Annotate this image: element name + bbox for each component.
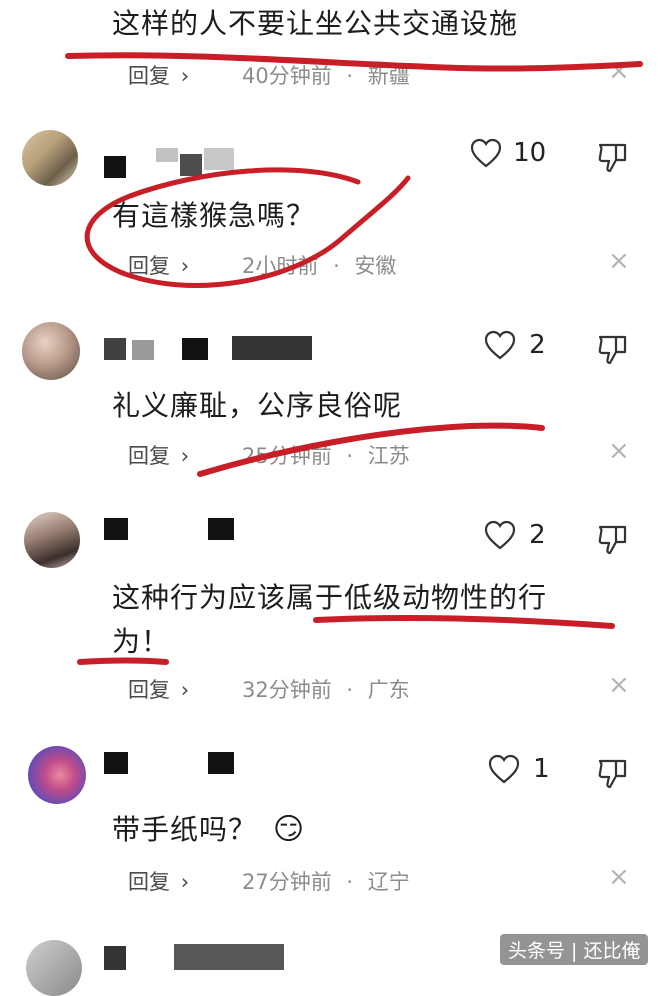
like-count: 1 [533, 754, 550, 784]
timestamp: 27分钟前 [242, 870, 332, 894]
thumbs-down-icon[interactable] [596, 140, 630, 174]
chevron-right-icon: › [180, 678, 190, 702]
close-icon[interactable]: × [608, 436, 630, 466]
heart-outline-icon [484, 330, 516, 360]
reply-button[interactable]: 回复 › [128, 440, 189, 470]
like-button[interactable]: 2 [484, 330, 546, 364]
location: 安徽 [354, 254, 397, 278]
heart-outline-icon [488, 754, 520, 784]
chevron-right-icon: › [180, 870, 190, 894]
separator: · [346, 678, 354, 702]
like-count: 2 [529, 520, 546, 550]
avatar[interactable] [22, 130, 78, 186]
timestamp: 2小时前 [242, 254, 319, 278]
location: 新疆 [367, 64, 410, 88]
reply-label: 回复 [128, 444, 170, 468]
like-button[interactable]: 2 [484, 520, 546, 554]
like-count: 2 [529, 330, 546, 360]
username-redacted[interactable] [104, 516, 244, 546]
avatar[interactable] [28, 746, 86, 804]
annotation-underline-3 [77, 657, 169, 665]
thumbs-down-icon[interactable] [596, 522, 630, 556]
watermark: 头条号 | 还比俺 [500, 934, 649, 965]
comment-text: 带手纸吗？ 😏 [112, 808, 305, 848]
comment-meta: 2小时前 · 安徽 [242, 250, 396, 280]
location: 辽宁 [367, 870, 410, 894]
comment-meta: 25分钟前 · 江苏 [242, 440, 410, 470]
comment-meta: 40分钟前 · 新疆 [242, 60, 410, 90]
chevron-right-icon: › [180, 254, 190, 278]
close-icon[interactable]: × [608, 246, 630, 276]
close-icon[interactable]: × [608, 670, 630, 700]
thumbs-down-icon[interactable] [596, 756, 630, 790]
chevron-right-icon: › [180, 444, 190, 468]
timestamp: 25分钟前 [242, 444, 332, 468]
comment-meta: 32分钟前 · 广东 [242, 674, 410, 704]
separator: · [333, 254, 340, 278]
smirk-emoji-icon: 😏 [272, 812, 306, 847]
close-icon[interactable]: × [608, 56, 630, 86]
username-redacted[interactable] [104, 148, 244, 178]
like-button[interactable]: 10 [470, 138, 546, 172]
chevron-right-icon: › [180, 64, 190, 88]
comment-text: 礼义廉耻，公序良俗呢 [112, 389, 403, 422]
comment-text-line2: 为！ [112, 625, 171, 658]
reply-label: 回复 [128, 678, 170, 702]
username-redacted[interactable] [104, 750, 244, 780]
location: 江苏 [367, 444, 410, 468]
separator: · [346, 64, 354, 88]
reply-button[interactable]: 回复 › [128, 60, 189, 90]
username-redacted[interactable] [104, 944, 304, 970]
username-redacted[interactable] [104, 334, 324, 364]
comment-text-line1: 这种行为应该属于低级动物性的行 [112, 581, 548, 614]
location: 广东 [367, 678, 410, 702]
avatar[interactable] [24, 512, 80, 568]
heart-outline-icon [470, 138, 502, 168]
reply-label: 回复 [128, 870, 170, 894]
separator: · [346, 870, 354, 894]
separator: · [346, 444, 354, 468]
like-count: 10 [513, 138, 547, 168]
comment-text: 有這樣猴急嗎？ [112, 199, 316, 232]
avatar[interactable] [26, 940, 82, 996]
close-icon[interactable]: × [608, 862, 630, 892]
like-button[interactable]: 1 [488, 754, 550, 788]
annotation-layer [65, 52, 643, 665]
reply-button[interactable]: 回复 › [128, 250, 189, 280]
reply-label: 回复 [128, 64, 170, 88]
reply-button[interactable]: 回复 › [128, 674, 189, 704]
thumbs-down-icon[interactable] [596, 332, 630, 366]
reply-button[interactable]: 回复 › [128, 866, 189, 896]
timestamp: 40分钟前 [242, 64, 332, 88]
comment-meta: 27分钟前 · 辽宁 [242, 866, 410, 896]
avatar[interactable] [22, 322, 80, 380]
reply-label: 回复 [128, 254, 170, 278]
heart-outline-icon [484, 520, 516, 550]
annotation-underline-2 [313, 615, 615, 629]
timestamp: 32分钟前 [242, 678, 332, 702]
comment-text: 这样的人不要让坐公共交通设施 [112, 7, 519, 40]
comment-text-content: 带手纸吗？ [112, 813, 258, 846]
